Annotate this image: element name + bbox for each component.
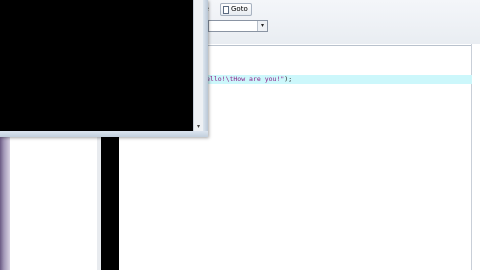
console-output[interactable]: [0, 0, 193, 131]
chevron-down-icon[interactable]: ▾: [257, 21, 267, 31]
code-punctuation: );: [284, 75, 293, 83]
code-string: ello!\tHow are you!": [206, 75, 285, 83]
goto-button[interactable]: Goto: [220, 3, 252, 16]
console-window-frame-right[interactable]: [203, 0, 208, 137]
panel-splitter[interactable]: [101, 136, 119, 270]
desktop-background-strip: [0, 136, 10, 270]
solution-explorer-panel[interactable]: [0, 136, 100, 270]
goto-icon: [223, 5, 229, 14]
console-window-frame-bottom[interactable]: [0, 131, 208, 137]
scope-dropdown[interactable]: ▾: [208, 20, 268, 32]
code-line[interactable]: ello!\tHow are you!");: [206, 74, 292, 84]
goto-label: Goto: [231, 5, 248, 13]
console-scrollbar[interactable]: [193, 0, 203, 131]
scroll-down-arrow-icon[interactable]: ▾: [194, 122, 203, 131]
